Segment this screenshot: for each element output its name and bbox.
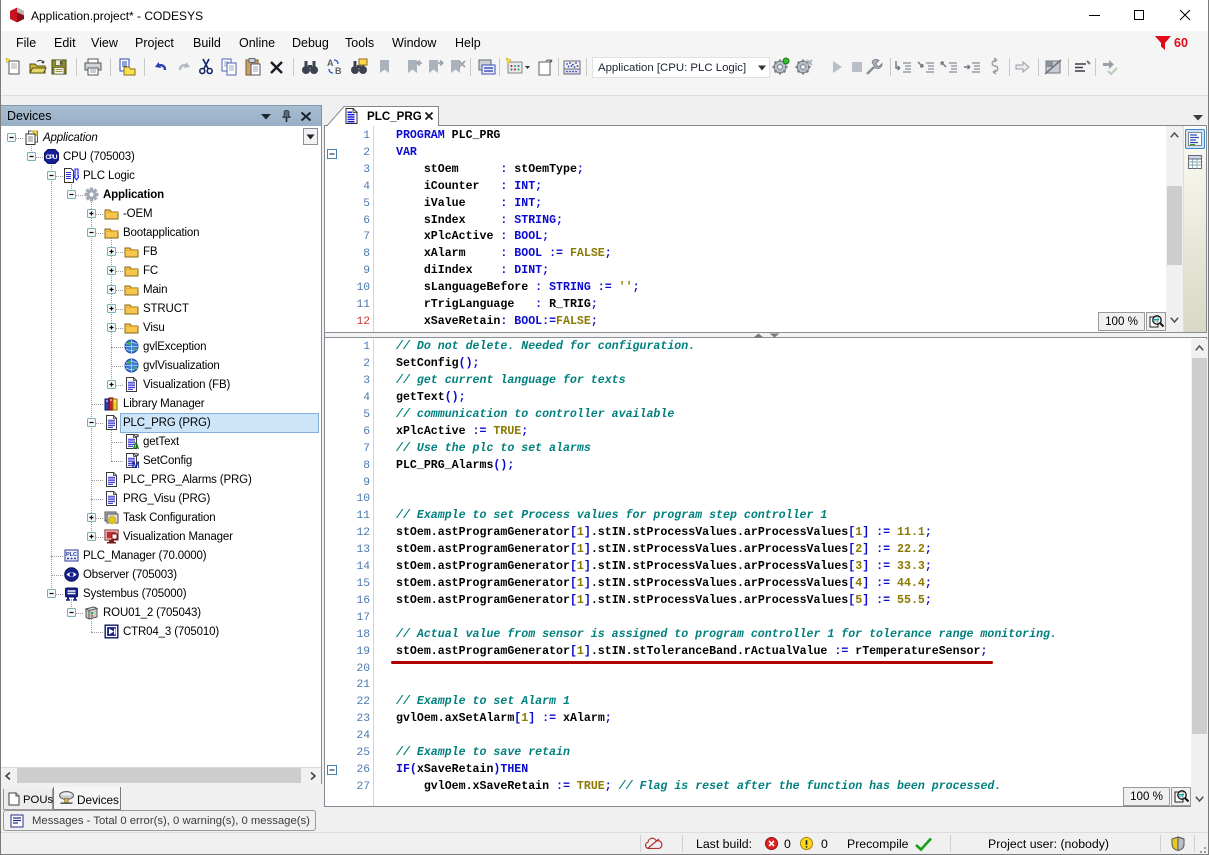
svg-text:B: B xyxy=(335,66,342,76)
svg-text:CPU: CPU xyxy=(46,154,58,161)
svg-text:A: A xyxy=(132,442,139,450)
svg-text:A: A xyxy=(327,58,334,68)
svg-text:PLC: PLC xyxy=(66,552,77,558)
svg-text:M: M xyxy=(132,461,139,469)
